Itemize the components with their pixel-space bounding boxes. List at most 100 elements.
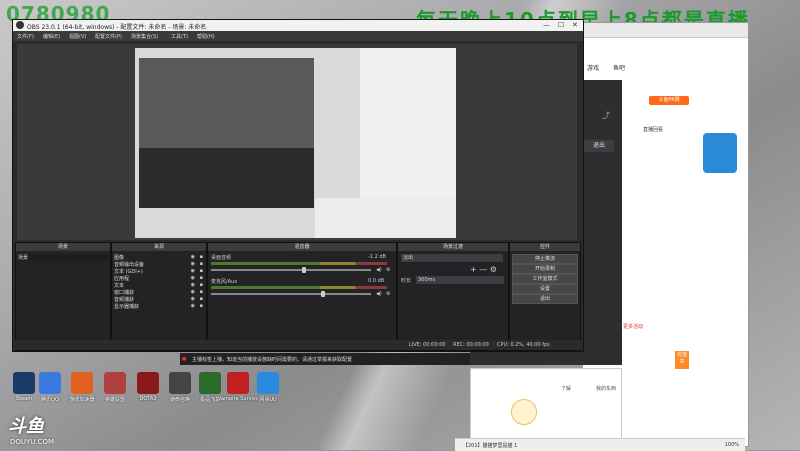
pk-badge[interactable]: 斗鱼PK赛 bbox=[649, 96, 689, 105]
nested-obs-docks bbox=[139, 148, 314, 208]
gear-icon[interactable]: ⚙ bbox=[386, 291, 390, 297]
close-icon[interactable]: ✕ bbox=[572, 21, 578, 29]
game-icon bbox=[169, 372, 191, 394]
browser-tab-game[interactable]: 游戏 bbox=[587, 63, 599, 72]
track-db: 0.0 dB bbox=[368, 278, 385, 284]
replay-link[interactable]: 直播回看 bbox=[643, 126, 663, 133]
eye-icon: ◉ bbox=[190, 254, 195, 260]
menu-file[interactable]: 文件(F) bbox=[17, 33, 34, 40]
source-item[interactable]: 窗口捕获 ◉ ▪ bbox=[114, 289, 204, 296]
menu-tools[interactable]: 工具(T) bbox=[171, 33, 188, 40]
track-name: 麦克风/Aux bbox=[211, 279, 238, 285]
transitions-dock-title: 场景过渡 bbox=[398, 243, 508, 251]
nested-desktop bbox=[315, 198, 456, 238]
duration-input[interactable]: 300ms bbox=[416, 276, 504, 284]
desktop-icon-uu[interactable]: 网易UU bbox=[248, 372, 288, 403]
browser-toolbar bbox=[583, 23, 748, 38]
volume-knob[interactable] bbox=[301, 267, 306, 273]
douyu-logo: 斗鱼 bbox=[8, 416, 44, 437]
mixer-dock: 混音器 桌面音频 -1.2 dB ◀) ⚙ 麦克风/Aux 0.0 dB ◀) … bbox=[207, 242, 397, 351]
active-tab-label[interactable]: 【201】猫猫梦里是猫 1 bbox=[463, 442, 517, 449]
lock-icon: ▪ bbox=[199, 296, 203, 302]
eye-icon: ◉ bbox=[190, 296, 195, 302]
speaker-icon[interactable]: ◀) bbox=[376, 267, 382, 273]
preview-capture bbox=[135, 48, 456, 238]
track-name: 桌面音频 bbox=[211, 255, 232, 261]
eye-icon: ◉ bbox=[190, 261, 195, 267]
browser-tab-fishbar[interactable]: 鱼吧 bbox=[613, 63, 625, 72]
nested-browser bbox=[360, 48, 456, 198]
transitions-dock: 场景过渡 淡出 + — ⚙ 时长 300ms bbox=[397, 242, 509, 351]
volume-knob[interactable] bbox=[321, 291, 325, 297]
share-icon[interactable]: ⤴ bbox=[602, 110, 610, 121]
obs-preview[interactable] bbox=[17, 44, 577, 240]
eye-icon: ◉ bbox=[190, 303, 195, 309]
obs-window: OBS 23.0.1 (64-bit, windows) - 配置文件: 未命名… bbox=[12, 19, 584, 352]
obs-logo-icon bbox=[16, 21, 24, 29]
transition-controls[interactable]: + — ⚙ bbox=[470, 265, 497, 274]
settings-button[interactable]: 设置 bbox=[512, 284, 578, 294]
obs-statusbar: LIVE: 00:00:00 REC: 00:00:00 CPU: 0.2%, … bbox=[13, 340, 583, 350]
volume-slider[interactable] bbox=[211, 269, 371, 271]
cpu-fps: CPU: 0.2%, 40.00 fps bbox=[497, 342, 550, 348]
chat-label-right: 我的东西 bbox=[596, 386, 617, 392]
nested-capture bbox=[139, 58, 314, 148]
minimize-icon[interactable]: — bbox=[543, 21, 550, 29]
exit-button[interactable]: 退出 bbox=[584, 140, 614, 152]
menu-edit[interactable]: 编辑(E) bbox=[43, 33, 60, 40]
zoom-level[interactable]: 100% bbox=[725, 442, 739, 448]
obs-title: OBS 23.0.1 (64-bit, windows) - 配置文件: 未命名… bbox=[27, 24, 207, 31]
source-item[interactable]: 音频输出设备 ◉ ▪ bbox=[114, 261, 204, 268]
lock-icon: ▪ bbox=[199, 261, 203, 267]
source-item[interactable]: 应用程 ◉ ▪ bbox=[114, 275, 204, 282]
source-item[interactable]: 文本 (GDI+) ◉ ▪ bbox=[114, 268, 204, 275]
source-item[interactable]: 显示器捕获 ◉ ▪ bbox=[114, 303, 204, 310]
sources-dock: 来源 图像 ◉ ▪ 音频输出设备 ◉ ▪ 文本 (GDI+) ◉ ▪ 应用程 ◉ ▪ 文本 ◉ ▪ … bbox=[111, 242, 207, 351]
douyu-url: DOUYU.COM bbox=[10, 438, 55, 446]
menu-scene-collection[interactable]: 场景集合(S) bbox=[131, 33, 158, 40]
menu-profile[interactable]: 配置文件(P) bbox=[95, 33, 122, 40]
maximize-icon[interactable]: ☐ bbox=[558, 21, 564, 29]
volume-slider[interactable] bbox=[211, 293, 371, 295]
more-activities[interactable]: 更多活动 bbox=[623, 323, 643, 330]
lock-icon: ▪ bbox=[199, 282, 203, 288]
scene-item[interactable]: 场景 bbox=[18, 254, 108, 261]
source-item[interactable]: 音频捕获 ◉ ▪ bbox=[114, 296, 204, 303]
lock-icon: ▪ bbox=[199, 268, 203, 274]
rec-timer: REC: 00:00:00 bbox=[453, 342, 489, 348]
menu-view[interactable]: 视图(V) bbox=[69, 33, 86, 40]
gear-icon[interactable]: ⚙ bbox=[386, 267, 390, 273]
source-item[interactable]: 文本 ◉ ▪ bbox=[114, 282, 204, 289]
uu-icon bbox=[257, 372, 279, 394]
eye-icon: ◉ bbox=[190, 289, 195, 295]
game-icon bbox=[137, 372, 159, 394]
eye-icon: ◉ bbox=[190, 268, 195, 274]
start-recording-button[interactable]: 开始录制 bbox=[512, 264, 578, 274]
track-db: -1.2 dB bbox=[368, 254, 386, 260]
scenes-dock-title: 场景 bbox=[16, 243, 110, 251]
exit-button[interactable]: 退出 bbox=[512, 294, 578, 304]
chat-label-left: 了解 bbox=[561, 386, 572, 392]
studio-mode-button[interactable]: 工作室模式 bbox=[512, 274, 578, 284]
browser-statusbar: 【201】猫猫梦里是猫 1 100% bbox=[455, 438, 745, 451]
accelerator-icon bbox=[71, 372, 93, 394]
duration-label: 时长 bbox=[401, 278, 412, 284]
transition-type-select[interactable]: 淡出 bbox=[401, 254, 503, 262]
sources-dock-title: 来源 bbox=[112, 243, 206, 251]
notice-icon: ● bbox=[182, 356, 187, 362]
stop-streaming-button[interactable]: 停止推流 bbox=[512, 254, 578, 264]
game-icon bbox=[104, 372, 126, 394]
eye-icon: ◉ bbox=[190, 275, 195, 281]
notice-bar: ● 主播标签上播，知道当前播放设施缺时间需要的，请通过举报来获取配置 bbox=[180, 353, 470, 365]
speaker-icon[interactable]: ◀) bbox=[376, 291, 382, 297]
qq-icon bbox=[39, 372, 61, 394]
lock-icon: ▪ bbox=[199, 275, 203, 281]
promo-banner[interactable] bbox=[703, 133, 737, 173]
lock-icon: ▪ bbox=[199, 303, 203, 309]
charge-button[interactable]: 充值并 bbox=[675, 351, 689, 369]
menu-help[interactable]: 帮助(H) bbox=[197, 33, 215, 40]
source-item[interactable]: 图像 ◉ ▪ bbox=[114, 254, 204, 261]
gift-icon[interactable] bbox=[511, 399, 537, 425]
obs-titlebar: OBS 23.0.1 (64-bit, windows) - 配置文件: 未命名… bbox=[13, 20, 583, 31]
audio-meter bbox=[211, 262, 387, 265]
